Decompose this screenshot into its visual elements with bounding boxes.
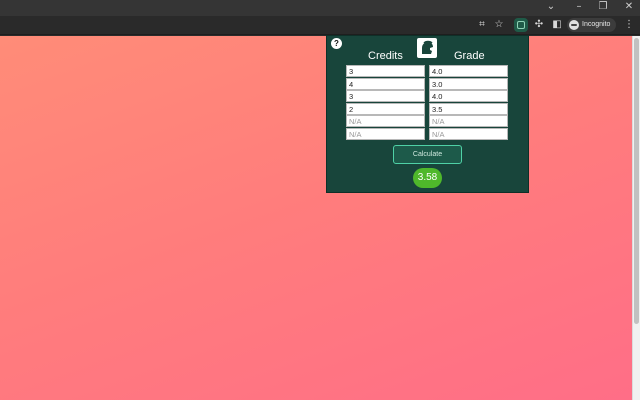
page-background xyxy=(0,36,632,400)
grade-input[interactable]: 3.5 xyxy=(429,102,508,115)
star-icon[interactable]: ☆ xyxy=(493,19,505,31)
credits-input[interactable]: 3 xyxy=(346,65,425,77)
tab-search-chevron-icon[interactable]: ⌄ xyxy=(538,0,564,14)
minimize-button[interactable]: – xyxy=(566,0,592,14)
grade-input[interactable]: 4.0 xyxy=(429,90,508,102)
grade-header: Grade xyxy=(454,50,485,62)
credits-header: Credits xyxy=(368,50,403,62)
gpa-calculator-popup: ? Credits Grade 3 4.0 4 3.0 3 4.0 2 3.5 N/A N/A N/… xyxy=(326,35,529,193)
credits-input[interactable]: 3 xyxy=(346,90,425,102)
browser-titlebar: ⌄ – ❐ ✕ xyxy=(0,0,640,16)
credits-input[interactable]: 2 xyxy=(346,102,425,115)
page-scrollbar[interactable] xyxy=(632,36,640,400)
grade-input[interactable]: N/A xyxy=(429,127,508,140)
incognito-label: Incognito xyxy=(582,21,611,28)
incognito-avatar-icon xyxy=(569,20,579,30)
grade-input[interactable]: N/A xyxy=(429,115,508,127)
gpa-result-badge: 3.58 xyxy=(413,168,442,188)
grade-input[interactable]: 3.0 xyxy=(429,77,508,90)
close-window-button[interactable]: ✕ xyxy=(616,0,640,14)
incognito-badge[interactable]: Incognito xyxy=(567,18,616,32)
scrollbar-thumb[interactable] xyxy=(634,38,639,324)
puzzle-icon[interactable]: ✣ xyxy=(533,19,545,31)
sidebar-icon[interactable]: ◧ xyxy=(551,19,563,31)
calculate-button[interactable]: Calculate xyxy=(393,145,462,164)
browser-toolbar: ⌗ ☆ ✣ ◧ Incognito ⋮ xyxy=(0,16,640,35)
gpa-extension-icon[interactable] xyxy=(514,18,528,32)
restore-button[interactable]: ❐ xyxy=(590,0,616,14)
credits-input[interactable]: N/A xyxy=(346,127,425,140)
credits-input[interactable]: 4 xyxy=(346,77,425,90)
qr-code-icon[interactable]: ⌗ xyxy=(476,19,488,31)
credits-input[interactable]: N/A xyxy=(346,115,425,127)
kebab-menu-icon[interactable]: ⋮ xyxy=(623,19,635,31)
help-icon[interactable]: ? xyxy=(331,38,342,49)
spartan-helmet-icon xyxy=(417,38,437,58)
grade-input[interactable]: 4.0 xyxy=(429,65,508,77)
